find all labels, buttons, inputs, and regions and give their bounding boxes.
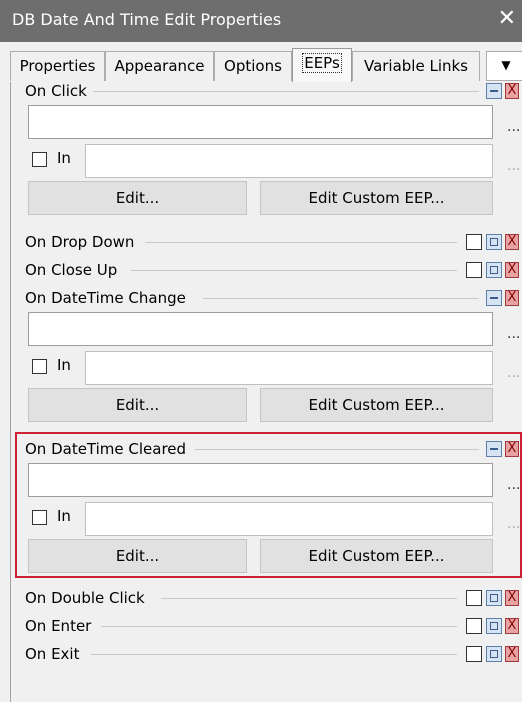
expand-icon[interactable] — [486, 590, 502, 606]
tab-eeps[interactable]: EEPs — [292, 48, 352, 82]
tab-scroll-down-icon[interactable]: ▼ — [486, 51, 522, 81]
remove-icon[interactable]: X — [505, 646, 519, 662]
highlight-frame — [15, 432, 522, 578]
remove-icon[interactable]: X — [505, 262, 519, 278]
on-datetime-change-in-label: In — [57, 356, 71, 374]
enable-checkbox[interactable] — [466, 234, 482, 250]
on-click-in-browse-button[interactable]: ... — [507, 158, 520, 174]
on-click-script-input[interactable] — [28, 105, 493, 139]
close-icon[interactable]: ✕ — [498, 6, 516, 32]
eeps-panel: On Click X ... In ... Edit... Edit Custo… — [10, 82, 522, 702]
remove-icon[interactable]: X — [505, 234, 519, 250]
expand-icon[interactable] — [486, 618, 502, 634]
on-datetime-change-script-input[interactable] — [28, 312, 493, 346]
on-click-in-input[interactable] — [85, 144, 493, 178]
expand-icon[interactable] — [486, 262, 502, 278]
expand-icon[interactable] — [486, 646, 502, 662]
group-divider — [101, 626, 457, 627]
on-double-click-label: On Double Click — [25, 589, 145, 607]
on-click-browse-button[interactable]: ... — [507, 119, 520, 135]
on-click-edit-button[interactable]: Edit... — [28, 181, 247, 215]
on-close-up-label: On Close Up — [25, 261, 118, 279]
on-click-in-label: In — [57, 149, 71, 167]
on-exit-label: On Exit — [25, 645, 80, 663]
title-bar: DB Date And Time Edit Properties ✕ — [0, 0, 522, 42]
remove-icon[interactable]: X — [505, 590, 519, 606]
on-click-label: On Click — [25, 82, 87, 100]
group-divider — [161, 598, 457, 599]
tab-appearance[interactable]: Appearance — [105, 51, 214, 81]
on-datetime-change-browse-button[interactable]: ... — [507, 326, 520, 342]
tab-variable-links[interactable]: Variable Links — [352, 51, 480, 81]
group-divider — [203, 298, 479, 299]
group-divider — [131, 270, 457, 271]
on-enter-label: On Enter — [25, 617, 92, 635]
on-datetime-change-in-input[interactable] — [85, 351, 493, 385]
on-datetime-change-in-checkbox[interactable] — [32, 359, 47, 374]
on-datetime-change-edit-button[interactable]: Edit... — [28, 388, 247, 422]
group-divider — [145, 242, 457, 243]
group-divider — [91, 654, 457, 655]
on-drop-down-label: On Drop Down — [25, 233, 135, 251]
enable-checkbox[interactable] — [466, 618, 482, 634]
on-datetime-change-edit-custom-button[interactable]: Edit Custom EEP... — [260, 388, 493, 422]
collapse-icon[interactable] — [486, 290, 502, 306]
tab-properties[interactable]: Properties — [10, 51, 105, 81]
on-click-edit-custom-button[interactable]: Edit Custom EEP... — [260, 181, 493, 215]
on-datetime-change-label: On DateTime Change — [25, 289, 186, 307]
remove-icon[interactable]: X — [505, 290, 519, 306]
tab-eeps-label: EEPs — [302, 53, 342, 73]
collapse-icon[interactable] — [486, 83, 502, 99]
on-click-in-checkbox[interactable] — [32, 152, 47, 167]
tab-strip: Properties Appearance Options EEPs Varia… — [10, 48, 522, 82]
group-divider — [93, 91, 479, 92]
on-datetime-change-in-browse-button[interactable]: ... — [507, 365, 520, 381]
enable-checkbox[interactable] — [466, 262, 482, 278]
remove-icon[interactable]: X — [505, 618, 519, 634]
enable-checkbox[interactable] — [466, 590, 482, 606]
tab-options[interactable]: Options — [214, 51, 292, 81]
remove-icon[interactable]: X — [505, 83, 519, 99]
expand-icon[interactable] — [486, 234, 502, 250]
enable-checkbox[interactable] — [466, 646, 482, 662]
window-title: DB Date And Time Edit Properties — [12, 10, 282, 29]
